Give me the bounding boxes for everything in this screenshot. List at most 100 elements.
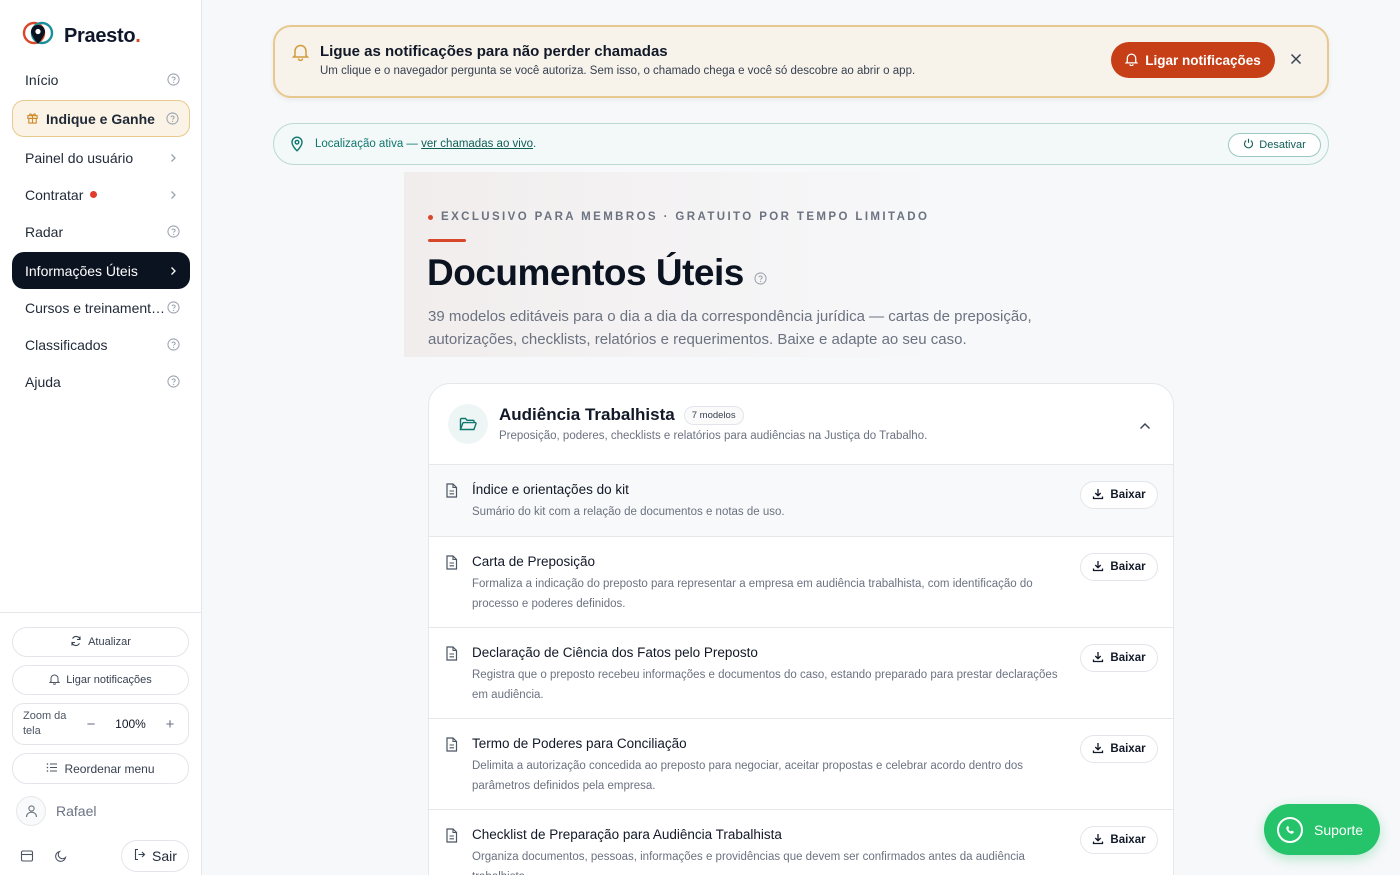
reorder-menu-label: Reordenar menu: [64, 761, 155, 776]
file-icon: [445, 828, 458, 848]
zoom-value: 100%: [115, 717, 146, 731]
kicker-dot: [428, 214, 433, 220]
chevron-up-icon[interactable]: [1139, 417, 1151, 435]
help-icon[interactable]: [166, 375, 180, 389]
document-title: Índice e orientações do kit: [472, 482, 629, 497]
document-row: Termo de Poderes para Conciliação Delimi…: [429, 719, 1173, 810]
brand[interactable]: Praesto.: [22, 20, 141, 53]
bell-icon: [291, 43, 310, 66]
sidebar-footer: Atualizar Ligar notificações Zoom da tel…: [0, 612, 201, 872]
sidebar-item-label: Painel do usuário: [25, 149, 134, 166]
user-profile[interactable]: Rafael: [12, 792, 189, 830]
file-icon: [445, 555, 458, 575]
sidebar-item-label: Classificados: [25, 336, 108, 353]
help-icon[interactable]: [166, 338, 180, 352]
zoom-in-button[interactable]: +: [162, 716, 178, 733]
close-icon[interactable]: [1290, 52, 1302, 70]
kicker-accent-bar: [428, 239, 466, 242]
refresh-label: Atualizar: [88, 636, 131, 648]
live-calls-link[interactable]: ver chamadas ao vivo: [421, 138, 533, 150]
sidebar-item-cursos[interactable]: Cursos e treinament…: [12, 289, 190, 326]
sidebar-item-label: Ajuda: [25, 373, 61, 390]
download-button[interactable]: Baixar: [1080, 553, 1158, 581]
logout-button[interactable]: Sair: [121, 840, 189, 872]
support-button[interactable]: Suporte: [1264, 804, 1380, 855]
sidebar-item-ajuda[interactable]: Ajuda: [12, 363, 190, 400]
map-pin-icon: [290, 136, 304, 157]
notification-dot: [90, 191, 98, 198]
refresh-button[interactable]: Atualizar: [12, 627, 189, 657]
sidebar-item-indique-e-ganhe[interactable]: Indique e Ganhe: [12, 100, 190, 137]
enable-notifications-cta-label: Ligar notificações: [1145, 52, 1261, 68]
avatar: [16, 796, 46, 826]
document-description: Sumário do kit com a relação de document…: [472, 506, 785, 518]
refresh-icon: [70, 635, 82, 650]
chevron-right-icon: [166, 151, 180, 165]
download-icon: [1092, 560, 1104, 575]
sidebar-item-contratar[interactable]: Contratar: [12, 176, 190, 213]
help-icon[interactable]: [166, 73, 180, 87]
document-description: Registra que o preposto recebeu informaç…: [472, 669, 1058, 701]
notification-banner: Ligue as notificações para não perder ch…: [273, 25, 1329, 98]
document-description: Delimita a autorização concedida ao prep…: [472, 760, 1024, 792]
chevron-right-icon: [166, 264, 180, 278]
sidebar-item-label: Início: [25, 71, 59, 88]
reorder-menu-button[interactable]: Reordenar menu: [12, 753, 189, 784]
enable-notifications-button[interactable]: Ligar notificações: [12, 665, 189, 695]
document-description: Formaliza a indicação do preposto para r…: [472, 578, 1033, 610]
download-button[interactable]: Baixar: [1080, 481, 1158, 509]
download-button[interactable]: Baixar: [1080, 826, 1158, 854]
file-icon: [445, 483, 458, 503]
notification-subtitle: Um clique e o navegador pergunta se você…: [320, 65, 916, 77]
help-icon[interactable]: [165, 112, 179, 126]
document-title: Checklist de Preparação para Audiência T…: [472, 827, 782, 842]
download-button[interactable]: Baixar: [1080, 735, 1158, 763]
sidebar-item-label: Informações Úteis: [25, 262, 138, 279]
sidebar-item-informacoes-uteis[interactable]: Informações Úteis: [12, 252, 190, 289]
download-icon: [1092, 651, 1104, 666]
category-header[interactable]: Audiência Trabalhista 7 modelos Preposiç…: [429, 384, 1173, 465]
file-icon: [445, 737, 458, 757]
file-icon: [445, 646, 458, 666]
gift-icon: [26, 111, 39, 127]
enable-notifications-cta-button[interactable]: Ligar notificações: [1111, 42, 1275, 78]
logout-icon: [133, 848, 146, 864]
folder-open-icon: [448, 404, 488, 444]
layout-icon[interactable]: [20, 849, 54, 863]
model-count-badge: 7 modelos: [683, 405, 744, 425]
sidebar-item-label: Radar: [25, 223, 64, 240]
moon-icon[interactable]: [54, 849, 88, 863]
disable-location-label: Desativar: [1259, 139, 1306, 151]
page-description: 39 modelos editáveis para o dia a dia da…: [428, 308, 1032, 348]
help-icon[interactable]: [166, 301, 180, 315]
category-card: Audiência Trabalhista 7 modelos Preposiç…: [428, 383, 1174, 875]
hero-kicker: EXCLUSIVO PARA MEMBROS · GRATUITO POR TE…: [428, 211, 929, 223]
document-row: Declaração de Ciência dos Fatos pelo Pre…: [429, 628, 1173, 719]
sidebar-item-label: Cursos e treinament…: [25, 299, 166, 316]
enable-notifications-label: Ligar notificações: [66, 674, 152, 686]
disable-location-button[interactable]: Desativar: [1228, 133, 1321, 157]
sidebar-item-painel-do-usuario[interactable]: Painel do usuário: [12, 139, 190, 176]
download-button[interactable]: Baixar: [1080, 644, 1158, 672]
notification-title: Ligue as notificações para não perder ch…: [320, 43, 668, 60]
download-icon: [1092, 488, 1104, 503]
bell-icon: [48, 673, 61, 688]
document-title: Declaração de Ciência dos Fatos pelo Pre…: [472, 645, 758, 660]
user-name: Rafael: [56, 803, 97, 819]
help-icon[interactable]: [754, 252, 767, 294]
zoom-out-button[interactable]: −: [83, 716, 99, 733]
document-title: Carta de Preposição: [472, 554, 596, 569]
help-icon[interactable]: [166, 225, 180, 239]
location-status-text: Localização ativa — ver chamadas ao vivo…: [315, 138, 537, 150]
sidebar-item-inicio[interactable]: Início: [12, 61, 190, 98]
document-row: Checklist de Preparação para Audiência T…: [429, 810, 1173, 875]
location-status-bar: Localização ativa — ver chamadas ao vivo…: [273, 123, 1329, 165]
sidebar-item-label: Contratar: [25, 186, 84, 203]
document-description: Organiza documentos, pessoas, informaçõe…: [472, 851, 1025, 875]
praesto-logo-icon: [22, 20, 54, 53]
sidebar-item-classificados[interactable]: Classificados: [12, 326, 190, 363]
sidebar-item-radar[interactable]: Radar: [12, 213, 190, 250]
sidebar-item-label: Indique e Ganhe: [46, 110, 155, 127]
category-title: Audiência Trabalhista: [499, 405, 675, 424]
download-icon: [1092, 833, 1104, 848]
